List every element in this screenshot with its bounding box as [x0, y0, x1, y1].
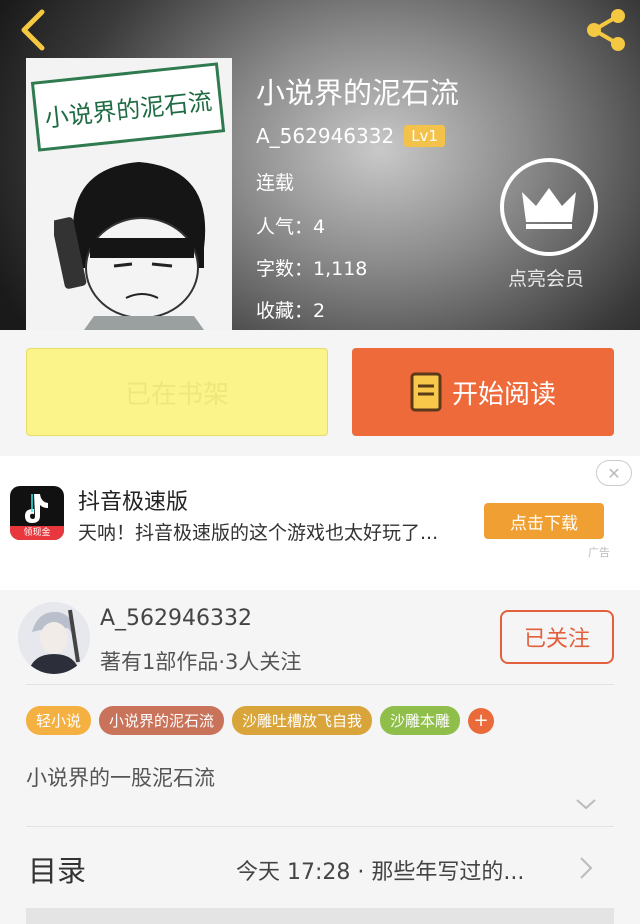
- vip-crown-button[interactable]: [500, 158, 598, 256]
- chevron-right-icon[interactable]: [578, 854, 594, 882]
- ad-title: 抖音极速版: [78, 490, 189, 515]
- author-avatar[interactable]: [18, 602, 90, 674]
- start-reading-button[interactable]: 开始阅读: [352, 348, 614, 436]
- cover-title: 小说界的泥石流: [43, 86, 214, 133]
- favorites-stat: 收藏：2: [256, 300, 326, 322]
- on-shelf-button[interactable]: 已在书架: [26, 348, 328, 436]
- ad-label: 广告: [588, 546, 610, 559]
- chevron-down-icon[interactable]: [574, 796, 598, 812]
- logo-tag: 领现金: [10, 526, 64, 540]
- share-icon[interactable]: [580, 8, 630, 52]
- book-header: 小说界的泥石流 小说界的泥石流 A_562946332 Lv1 连载 人气：4 …: [0, 0, 640, 330]
- tag-list: 轻小说 小说界的泥石流 沙雕吐槽放飞自我 沙雕本雕 +: [26, 706, 495, 735]
- divider: [26, 826, 614, 827]
- next-section-edge: [26, 908, 614, 924]
- tag-pill[interactable]: 轻小说: [26, 706, 92, 735]
- ad-close-icon[interactable]: ✕: [596, 460, 632, 486]
- tag-pill[interactable]: 小说界的泥石流: [99, 706, 225, 735]
- ad-description: 天呐！抖音极速版的这个游戏也太好玩了...: [78, 522, 439, 544]
- ad-banner[interactable]: 领现金 抖音极速版 天呐！抖音极速版的这个游戏也太好玩了... 点击下载 ✕ 广…: [0, 456, 640, 590]
- cover-title-box: 小说界的泥石流: [30, 62, 226, 152]
- crown-icon: [522, 188, 576, 229]
- action-bar: 已在书架 开始阅读: [0, 330, 640, 450]
- popularity-stat: 人气：4: [256, 216, 326, 238]
- tag-pill[interactable]: 沙雕吐槽放飞自我: [232, 706, 373, 735]
- level-badge: Lv1: [404, 125, 445, 147]
- book-icon: [410, 372, 442, 412]
- ad-download-button[interactable]: 点击下载: [484, 503, 604, 539]
- start-reading-label: 开始阅读: [451, 379, 556, 410]
- toc-label[interactable]: 目录: [28, 848, 86, 890]
- douyin-app-icon: 领现金: [10, 486, 64, 540]
- vip-label[interactable]: 点亮会员: [508, 264, 584, 291]
- divider: [26, 684, 614, 685]
- author-card: A_562946332 著有1部作品·3人关注 已关注 轻小说 小说界的泥石流 …: [0, 590, 640, 924]
- add-tag-button[interactable]: +: [468, 707, 495, 734]
- book-cover[interactable]: 小说界的泥石流: [26, 58, 232, 330]
- author-name[interactable]: A_562946332: [100, 606, 252, 631]
- serial-status: 连载: [256, 172, 295, 194]
- latest-chapter[interactable]: 今天 17:28 · 那些年写过的...: [236, 854, 524, 886]
- back-arrow-icon[interactable]: [14, 8, 54, 52]
- author-summary: 著有1部作品·3人关注: [100, 650, 302, 674]
- author-name[interactable]: A_562946332: [256, 124, 394, 148]
- book-title: 小说界的泥石流: [256, 76, 460, 110]
- book-intro: 小说界的一股泥石流: [26, 766, 215, 790]
- followed-button[interactable]: 已关注: [500, 610, 614, 664]
- tag-pill[interactable]: 沙雕本雕: [380, 706, 461, 735]
- author-row[interactable]: A_562946332 Lv1: [256, 124, 445, 148]
- meme-face-illustration: [54, 162, 206, 330]
- word-count-stat: 字数：1,118: [256, 258, 368, 280]
